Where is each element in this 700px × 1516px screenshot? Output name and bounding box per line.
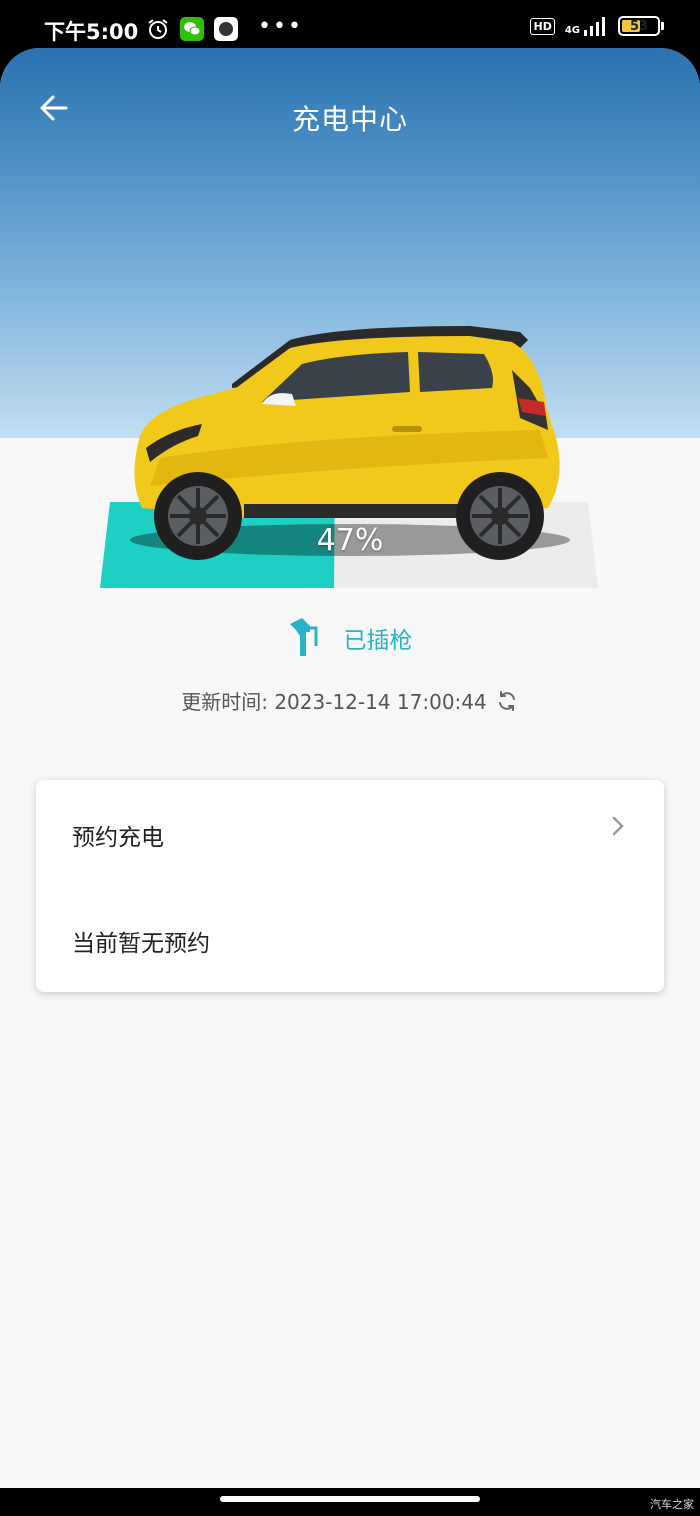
plug-status: 已插枪 <box>0 616 700 660</box>
status-time: 下午5:00 <box>44 20 139 44</box>
app-icon <box>214 17 238 41</box>
signal-icon: 4G <box>565 16 608 36</box>
reservation-status: 当前暂无预约 <box>72 931 210 957</box>
charging-gun-icon <box>289 618 317 656</box>
charging-center-screen: 充电中心 47% 已插枪 更新时间: 2023-12-14 17:00:44 预… <box>0 48 700 1488</box>
reservation-title: 预约充电 <box>72 825 164 851</box>
status-notification-icons <box>146 17 238 41</box>
page-title: 充电中心 <box>291 103 408 136</box>
battery-icon: 53 <box>618 16 664 36</box>
battery-percentage: 47% <box>316 523 384 558</box>
watermark: 汽车之家 <box>650 1498 694 1511</box>
battery-level: 53 <box>629 18 649 34</box>
more-dots-icon: ••• <box>258 14 303 39</box>
hd-badge: HD <box>530 17 555 35</box>
wechat-icon <box>180 17 204 41</box>
update-time-row: 更新时间: 2023-12-14 17:00:44 <box>0 686 700 715</box>
refresh-icon[interactable] <box>495 689 519 713</box>
network-type: 4G <box>564 25 580 36</box>
reservation-charging-row[interactable]: 预约充电 <box>36 780 664 886</box>
home-indicator[interactable] <box>220 1496 480 1502</box>
chevron-right-icon <box>612 816 624 836</box>
navigation-bar <box>0 1488 700 1516</box>
status-system-icons: HD 4G 53 <box>530 16 664 36</box>
reservation-card: 预约充电 当前暂无预约 <box>36 780 664 992</box>
update-time-label: 更新时间: 2023-12-14 17:00:44 <box>181 690 487 714</box>
alarm-icon <box>146 17 170 41</box>
plug-status-label: 已插枪 <box>343 628 413 654</box>
